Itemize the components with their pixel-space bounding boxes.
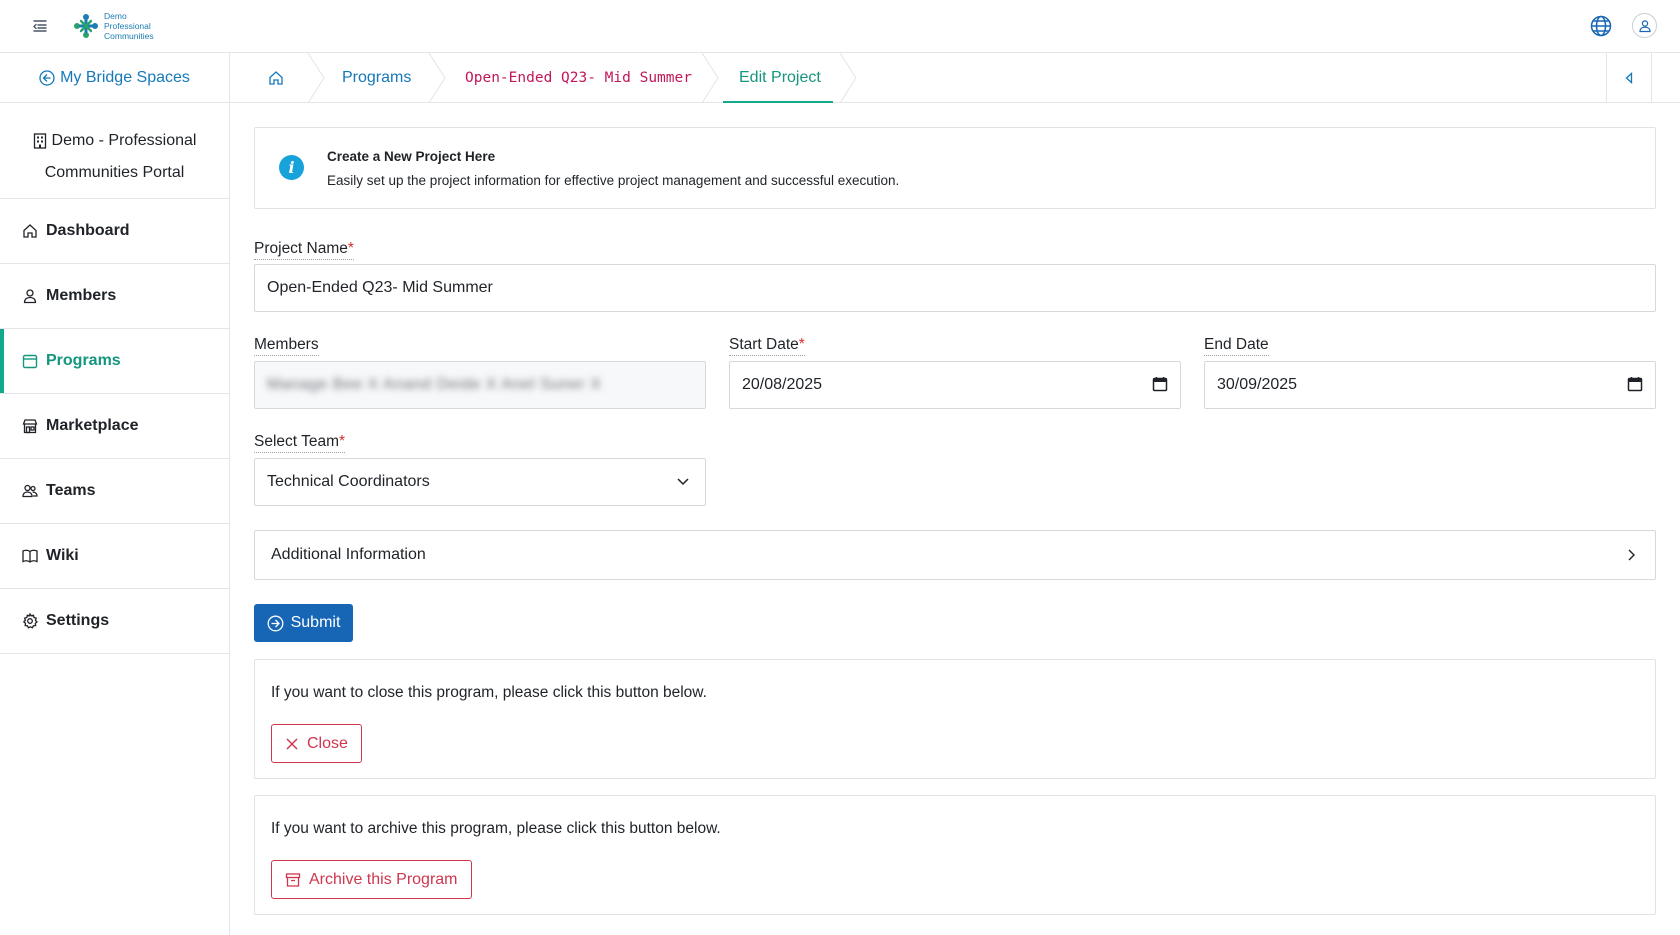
sidebar-item-label: Programs <box>46 352 121 369</box>
sidebar-item-dashboard[interactable]: Dashboard <box>0 199 229 264</box>
breadcrumb-separator-icon <box>428 53 446 103</box>
close-program-button[interactable]: Close <box>271 724 362 763</box>
users-icon <box>22 484 38 498</box>
end-date-label-text: End Date <box>1204 336 1269 353</box>
brand-logo[interactable]: Demo Professional Communities <box>70 8 154 44</box>
logo-text: Demo Professional Communities <box>104 11 154 41</box>
globe-icon[interactable] <box>1589 14 1613 38</box>
archive-program-button[interactable]: Archive this Program <box>271 860 472 899</box>
breadcrumb-program-name-label: Open-Ended Q23- Mid Summer <box>465 70 692 86</box>
store-icon <box>22 419 38 434</box>
sidebar-item-label: Members <box>46 287 117 304</box>
logo-line-3: Communities <box>104 31 154 41</box>
sidebar-item-label: Wiki <box>46 547 79 564</box>
team-select-value: Technical Coordinators <box>267 473 430 490</box>
breadcrumb: Programs Open-Ended Q23- Mid Summer Edit… <box>230 53 1680 103</box>
sidebar-item-members[interactable]: Members <box>0 264 229 329</box>
arrow-right-circle-icon <box>267 615 284 631</box>
user-icon <box>23 289 37 304</box>
breadcrumb-program-name[interactable]: Open-Ended Q23- Mid Summer <box>465 53 692 103</box>
chevron-right-icon <box>1628 549 1635 561</box>
portal-name-line-2: Communities Portal <box>44 164 185 181</box>
members-input[interactable]: Manage Bee X Anand Deide X Anel Suner X <box>254 361 706 409</box>
logo-line-2: Professional <box>104 21 151 31</box>
start-date-label-text: Start Date <box>729 336 799 353</box>
breadcrumb-programs-label: Programs <box>342 69 412 86</box>
sidebar-item-label: Settings <box>46 612 110 629</box>
team-select[interactable]: Technical Coordinators <box>254 458 706 506</box>
project-name-value: Open-Ended Q23- Mid Summer <box>267 279 493 296</box>
breadcrumb-separator-icon <box>307 53 325 103</box>
logo-mark-icon <box>74 14 98 38</box>
home-icon <box>23 224 37 238</box>
portal-name-line-1: Demo - Professional <box>51 132 197 149</box>
submit-button[interactable]: Submit <box>254 604 353 642</box>
breadcrumb-edit-project-label: Edit Project <box>739 69 821 86</box>
sidebar: My Bridge Spaces Demo - Professional Com… <box>0 53 230 935</box>
end-date-value: 30/09/2025 <box>1217 376 1298 393</box>
logo-line-1: Demo <box>104 11 127 21</box>
project-name-input[interactable]: Open-Ended Q23- Mid Summer <box>254 264 1656 312</box>
menu-collapse-icon[interactable] <box>30 16 50 36</box>
chevron-down-icon <box>677 478 689 486</box>
info-banner: i Create a New Project Here Easily set u… <box>254 127 1656 209</box>
sidebar-item-programs[interactable]: Programs <box>0 329 229 394</box>
additional-information-accordion[interactable]: Additional Information <box>254 530 1656 580</box>
sidebar-item-label: Teams <box>46 482 96 499</box>
breadcrumb-separator-icon <box>701 53 719 103</box>
sidebar-item-label: Dashboard <box>46 222 130 239</box>
sidebar-item-teams[interactable]: Teams <box>0 459 229 524</box>
breadcrumb-home[interactable] <box>268 53 284 103</box>
project-name-label-text: Project Name <box>254 240 348 257</box>
start-date-input[interactable]: 20/08/2025 <box>729 361 1181 409</box>
sidebar-item-label: Marketplace <box>46 417 139 434</box>
members-label-text: Members <box>254 336 319 353</box>
book-icon <box>22 549 38 563</box>
user-icon <box>1638 19 1651 32</box>
collapse-panel-button[interactable] <box>1606 53 1652 103</box>
project-name-label: Project Name* <box>254 240 354 260</box>
members-value: Manage Bee X Anand Deide X Anel Suner X <box>267 376 602 393</box>
archive-icon <box>285 872 301 887</box>
my-bridge-spaces-link[interactable]: My Bridge Spaces <box>0 53 229 103</box>
building-icon <box>33 133 46 149</box>
start-date-label: Start Date* <box>729 336 805 356</box>
info-title: Create a New Project Here <box>327 149 496 164</box>
calendar-icon[interactable] <box>1152 376 1168 392</box>
sidebar-item-marketplace[interactable]: Marketplace <box>0 394 229 459</box>
additional-information-label: Additional Information <box>271 546 426 563</box>
top-bar: Demo Professional Communities <box>0 0 1680 53</box>
start-date-value: 20/08/2025 <box>742 376 823 393</box>
end-date-input[interactable]: 30/09/2025 <box>1204 361 1656 409</box>
portal-name: Demo - Professional Communities Portal <box>0 103 229 199</box>
close-program-label: Close <box>307 734 348 752</box>
archive-program-label: Archive this Program <box>309 870 458 888</box>
end-date-label: End Date <box>1204 336 1269 356</box>
breadcrumb-separator-icon <box>839 53 857 103</box>
sidebar-item-settings[interactable]: Settings <box>0 589 229 654</box>
breadcrumb-edit-project[interactable]: Edit Project <box>723 53 833 103</box>
members-label: Members <box>254 336 319 356</box>
info-subtitle: Easily set up the project information fo… <box>327 173 900 188</box>
breadcrumb-programs[interactable]: Programs <box>342 53 411 103</box>
select-team-label: Select Team* <box>254 433 346 453</box>
home-icon <box>269 71 283 85</box>
archive-program-panel: If you want to archive this program, ple… <box>254 795 1656 915</box>
info-icon: i <box>279 155 304 180</box>
close-icon <box>286 738 298 749</box>
submit-label: Submit <box>290 614 341 631</box>
gear-icon <box>22 613 38 629</box>
user-menu-button[interactable] <box>1632 13 1657 38</box>
caret-left-icon <box>1625 72 1633 84</box>
close-program-panel: If you want to close this program, pleas… <box>254 659 1656 779</box>
calendar-icon[interactable] <box>1627 376 1643 392</box>
close-program-text: If you want to close this program, pleas… <box>271 684 707 701</box>
back-circle-icon <box>39 69 55 86</box>
calendar-icon <box>22 354 38 369</box>
my-bridge-spaces-label: My Bridge Spaces <box>60 68 190 86</box>
select-team-label-text: Select Team <box>254 433 340 450</box>
sidebar-item-wiki[interactable]: Wiki <box>0 524 229 589</box>
archive-program-text: If you want to archive this program, ple… <box>271 820 721 837</box>
